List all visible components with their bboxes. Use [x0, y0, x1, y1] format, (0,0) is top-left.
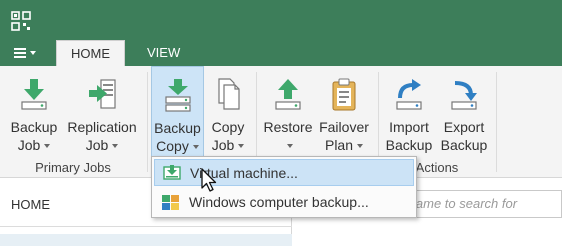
ribbon-separator [147, 72, 148, 172]
navigation-title: HOME [11, 197, 50, 212]
backup-copy-button[interactable]: Backup Copy [151, 66, 204, 158]
copy-job-label-line2: Job [211, 137, 235, 153]
backup-copy-dropdown-menu: Virtual machine... Windows computer back… [151, 156, 417, 218]
windows-computer-icon [161, 193, 181, 211]
replication-job-label-line1: Replication [67, 119, 137, 135]
menu-item-virtual-machine[interactable]: Virtual machine... [154, 159, 414, 186]
export-backup-label-line2: Backup [440, 137, 488, 153]
backup-job-label-line2: Job [17, 137, 41, 153]
import-backup-button[interactable]: Import Backup [382, 66, 436, 158]
chevron-down-icon [357, 144, 364, 149]
group-label-actions: Actions [415, 160, 459, 175]
main-menu-button[interactable] [10, 44, 40, 64]
import-backup-icon [394, 76, 424, 112]
ribbon-separator [496, 72, 497, 172]
backup-copy-icon [163, 77, 193, 113]
failover-plan-label-line2: Plan [324, 137, 354, 153]
divider [0, 226, 292, 227]
title-bar [0, 0, 562, 40]
export-backup-button[interactable]: Export Backup [437, 66, 491, 158]
tab-home[interactable]: HOME [56, 40, 125, 67]
navigation-tree-strip[interactable] [0, 234, 292, 246]
copy-job-label-line1: Copy [211, 119, 245, 135]
backup-job-label-line1: Backup [10, 119, 58, 135]
export-backup-icon [449, 76, 479, 112]
backup-job-icon [19, 76, 49, 112]
backup-copy-label-line1: Backup [154, 120, 201, 136]
chevron-down-icon [112, 144, 119, 149]
chevron-down-icon [192, 145, 199, 150]
chevron-down-icon [30, 51, 36, 55]
copy-job-icon [213, 76, 243, 112]
mouse-cursor-icon [200, 168, 220, 194]
backup-copy-label-line2: Copy [156, 138, 189, 154]
backup-job-button[interactable]: Backup Job [6, 66, 62, 158]
menu-item-label: Windows computer backup... [189, 194, 369, 210]
replication-job-button[interactable]: Replication Job [64, 66, 140, 158]
chevron-down-icon [44, 144, 51, 149]
export-backup-label-line1: Export [443, 119, 485, 135]
restore-button[interactable]: Restore [260, 66, 316, 158]
import-backup-label-line2: Backup [385, 137, 433, 153]
failover-plan-label-line1: Failover [319, 119, 369, 135]
chevron-down-icon [238, 144, 245, 149]
app-logo-icon [11, 11, 31, 31]
failover-plan-icon [329, 76, 359, 112]
import-backup-label-line1: Import [389, 119, 429, 135]
failover-plan-button[interactable]: Failover Plan [316, 66, 372, 158]
replication-job-label-line2: Job [85, 137, 109, 153]
group-label-primary-jobs: Primary Jobs [35, 160, 111, 175]
hamburger-icon [14, 48, 26, 58]
copy-job-button[interactable]: Copy Job [206, 66, 250, 158]
tab-view[interactable]: VIEW [133, 40, 194, 66]
virtual-machine-icon [162, 164, 182, 182]
menu-item-windows-computer-backup[interactable]: Windows computer backup... [154, 189, 414, 216]
ribbon-tab-strip: HOME VIEW [0, 40, 562, 67]
restore-label: Restore [263, 119, 313, 135]
restore-icon [273, 76, 303, 112]
chevron-down-icon [287, 144, 293, 149]
replication-job-icon [87, 76, 117, 112]
